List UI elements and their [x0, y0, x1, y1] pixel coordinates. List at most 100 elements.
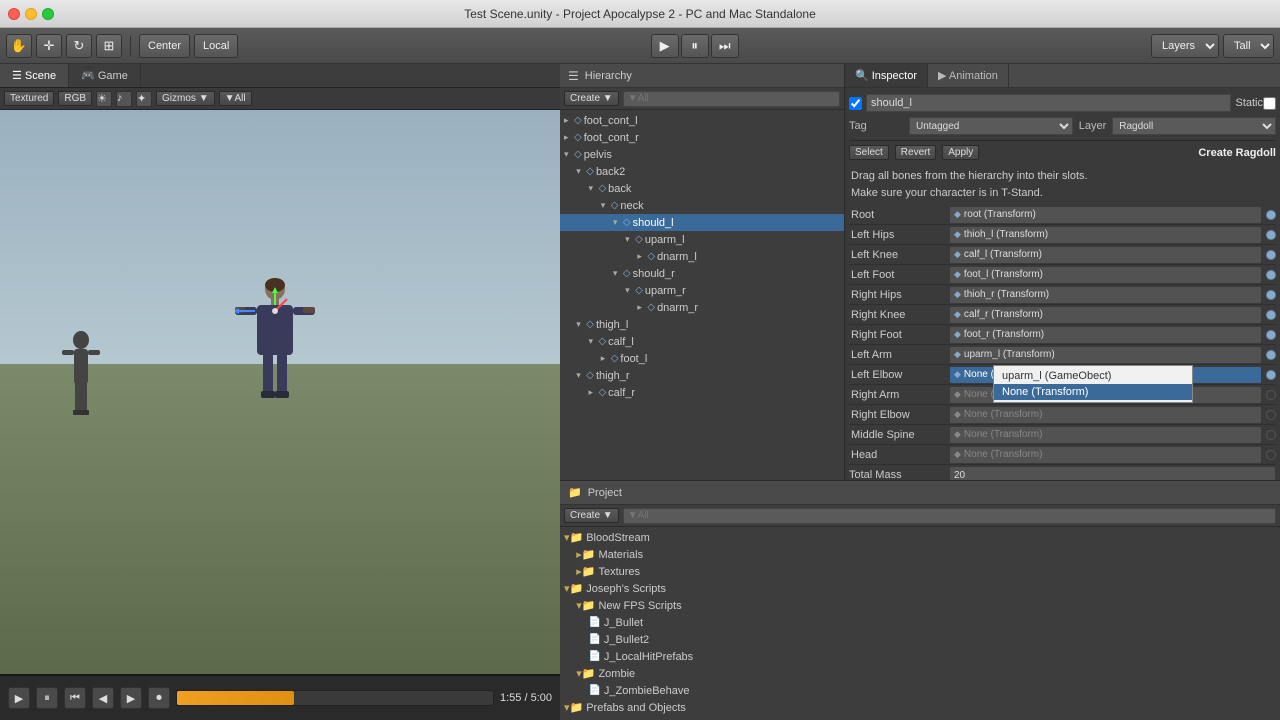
hierarchy-item-calf_l[interactable]: ▾◇calf_l	[560, 333, 844, 350]
project-item-josephs-scripts[interactable]: ▾📁Joseph's Scripts	[560, 580, 1280, 597]
game-tab[interactable]: 🎮 Game	[69, 64, 141, 87]
hierarchy-item-neck[interactable]: ▾◇neck	[560, 197, 844, 214]
bone-value-0[interactable]: ◆root (Transform)	[949, 206, 1262, 224]
bone-value-10[interactable]: ◆None (Transform)	[949, 406, 1262, 424]
bone-dot-10[interactable]	[1266, 410, 1276, 420]
hierarchy-item-foot_cont_r[interactable]: ▸◇foot_cont_r	[560, 129, 844, 146]
timeline-frame-forward-button[interactable]: ▶	[120, 687, 142, 709]
all-button[interactable]: ▼All	[219, 91, 252, 106]
hierarchy-item-should_r[interactable]: ▾◇should_r	[560, 265, 844, 282]
timeline-pause-button[interactable]: ⏸	[36, 687, 58, 709]
bone-value-1[interactable]: ◆thioh_l (Transform)	[949, 226, 1262, 244]
window-controls[interactable]	[8, 8, 54, 20]
hierarchy-item-uparm_l[interactable]: ▾◇uparm_l	[560, 231, 844, 248]
bone-value-2[interactable]: ◆calf_l (Transform)	[949, 246, 1262, 264]
step-button[interactable]: ⏭	[711, 34, 739, 58]
timeline-track[interactable]	[176, 690, 494, 706]
project-item-j-zombiebehave[interactable]: 📄J_ZombieBehave	[560, 682, 1280, 699]
bone-dot-12[interactable]	[1266, 450, 1276, 460]
animation-tab[interactable]: ▶ Animation	[928, 64, 1009, 87]
hierarchy-item-thigh_r[interactable]: ▾◇thigh_r	[560, 367, 844, 384]
bone-value-7[interactable]: ◆uparm_l (Transform)	[949, 346, 1262, 364]
project-item-j-localhitprefabs[interactable]: 📄J_LocalHitPrefabs	[560, 648, 1280, 665]
bone-dot-1[interactable]	[1266, 230, 1276, 240]
gizmos-button[interactable]: Gizmos ▼	[156, 91, 215, 106]
scale-tool-button[interactable]: ⊞	[96, 34, 122, 58]
dropdown-item-2[interactable]: None (Transform)	[994, 384, 1192, 400]
hierarchy-create-button[interactable]: Create ▼	[564, 91, 619, 106]
apply-button[interactable]: Apply	[942, 145, 979, 160]
hierarchy-item-foot_cont_l[interactable]: ▸◇foot_cont_l	[560, 112, 844, 129]
autocomplete-dropdown[interactable]: uparm_l (GameObect) None (Transform)	[993, 365, 1193, 403]
project-create-button[interactable]: Create ▼	[564, 508, 619, 523]
active-checkbox[interactable]	[849, 97, 862, 110]
rgb-button[interactable]: RGB	[58, 91, 92, 106]
hierarchy-item-back[interactable]: ▾◇back	[560, 180, 844, 197]
bone-dot-4[interactable]	[1266, 290, 1276, 300]
inspector-tab[interactable]: 🔍 Inspector	[845, 64, 928, 87]
bone-value-5[interactable]: ◆calf_r (Transform)	[949, 306, 1262, 324]
select-button[interactable]: Select	[849, 145, 889, 160]
hierarchy-item-should_l[interactable]: ▾◇should_l	[560, 214, 844, 231]
hierarchy-item-dnarm_r[interactable]: ▸◇dnarm_r	[560, 299, 844, 316]
bone-dot-2[interactable]	[1266, 250, 1276, 260]
timeline-frame-back-button[interactable]: ◀	[92, 687, 114, 709]
project-item-j-bullet[interactable]: 📄J_Bullet	[560, 614, 1280, 631]
bone-value-6[interactable]: ◆foot_r (Transform)	[949, 326, 1262, 344]
project-item-j-bullet2[interactable]: 📄J_Bullet2	[560, 631, 1280, 648]
tag-select[interactable]: Untagged	[909, 117, 1073, 135]
minimize-button[interactable]	[25, 8, 37, 20]
textured-button[interactable]: Textured	[4, 91, 54, 106]
project-search[interactable]	[623, 508, 1276, 524]
hierarchy-search[interactable]	[623, 91, 840, 107]
bone-dot-8[interactable]	[1266, 370, 1276, 380]
hierarchy-item-thigh_l[interactable]: ▾◇thigh_l	[560, 316, 844, 333]
project-item-bloodstream[interactable]: ▾📁BloodStream	[560, 529, 1280, 546]
close-button[interactable]	[8, 8, 20, 20]
scene-tab[interactable]: ☰ Scene	[0, 64, 69, 87]
local-button[interactable]: Local	[194, 34, 238, 58]
hierarchy-item-foot_l[interactable]: ▸◇foot_l	[560, 350, 844, 367]
hierarchy-item-pelvis[interactable]: ▾◇pelvis	[560, 146, 844, 163]
static-checkbox[interactable]	[1263, 97, 1276, 110]
bone-dot-11[interactable]	[1266, 430, 1276, 440]
dropdown-item-1[interactable]: uparm_l (GameObect)	[994, 368, 1192, 384]
timeline-record-button[interactable]: ⏺	[148, 687, 170, 709]
gameobject-name-input[interactable]	[866, 94, 1231, 112]
maximize-button[interactable]	[42, 8, 54, 20]
bone-dot-5[interactable]	[1266, 310, 1276, 320]
hierarchy-item-calf_r[interactable]: ▸◇calf_r	[560, 384, 844, 401]
project-item-zombie[interactable]: ▾📁Zombie	[560, 665, 1280, 682]
total-mass-input[interactable]	[949, 466, 1276, 480]
center-button[interactable]: Center	[139, 34, 190, 58]
layer-select[interactable]: Ragdoll	[1112, 117, 1276, 135]
lighting-toggle[interactable]: ☀	[96, 91, 112, 107]
timeline-play-button[interactable]: ▶	[8, 687, 30, 709]
pause-button[interactable]: ⏸	[681, 34, 709, 58]
bone-dot-9[interactable]	[1266, 390, 1276, 400]
project-item-textures[interactable]: ▸📁Textures	[560, 563, 1280, 580]
revert-button[interactable]: Revert	[895, 145, 936, 160]
bone-dot-3[interactable]	[1266, 270, 1276, 280]
hierarchy-item-dnarm_l[interactable]: ▸◇dnarm_l	[560, 248, 844, 265]
sound-toggle[interactable]: ♪	[116, 91, 132, 107]
bone-dot-7[interactable]	[1266, 350, 1276, 360]
layout-dropdown[interactable]: Tall	[1223, 34, 1274, 58]
project-item-new-fps-scripts[interactable]: ▾📁New FPS Scripts	[560, 597, 1280, 614]
scene-view[interactable]	[0, 110, 560, 674]
bone-dot-6[interactable]	[1266, 330, 1276, 340]
timeline-rewind-button[interactable]: ⏮	[64, 687, 86, 709]
bone-value-3[interactable]: ◆foot_l (Transform)	[949, 266, 1262, 284]
effects-toggle[interactable]: ✦	[136, 91, 152, 107]
project-item-prefabs-objects[interactable]: ▾📁Prefabs and Objects	[560, 699, 1280, 716]
bone-value-12[interactable]: ◆None (Transform)	[949, 446, 1262, 464]
layers-dropdown[interactable]: Layers	[1151, 34, 1219, 58]
play-button[interactable]: ▶	[651, 34, 679, 58]
hand-tool-button[interactable]: ✋	[6, 34, 32, 58]
hierarchy-item-uparm_r[interactable]: ▾◇uparm_r	[560, 282, 844, 299]
bone-value-4[interactable]: ◆thioh_r (Transform)	[949, 286, 1262, 304]
project-item-materials[interactable]: ▸📁Materials	[560, 546, 1280, 563]
bone-dot-0[interactable]	[1266, 210, 1276, 220]
hierarchy-item-back2[interactable]: ▾◇back2	[560, 163, 844, 180]
move-tool-button[interactable]: ✛	[36, 34, 62, 58]
